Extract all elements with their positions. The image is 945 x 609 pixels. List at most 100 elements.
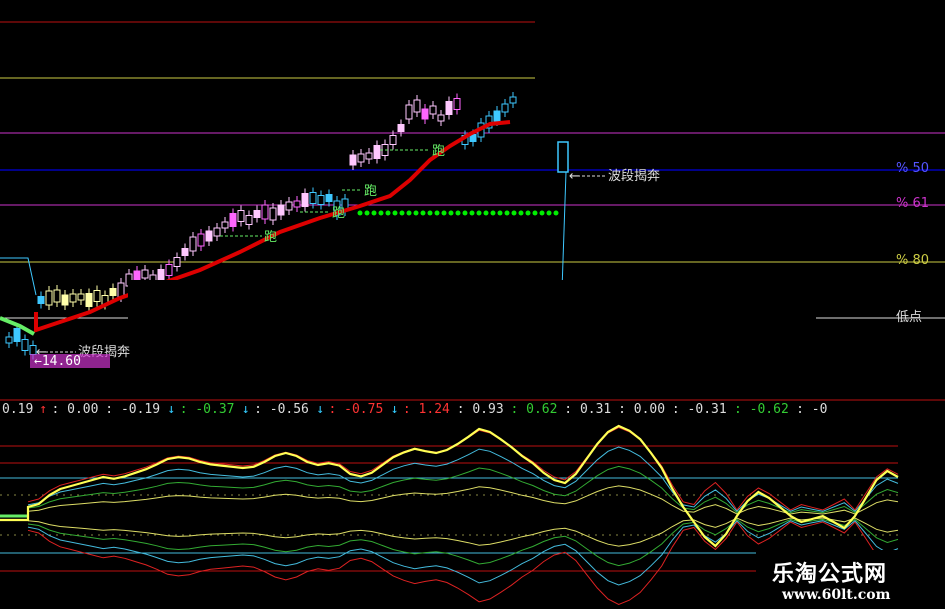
support-dot: [427, 210, 433, 216]
level-label-2: % 80: [896, 253, 929, 268]
candle-body: [37, 296, 45, 304]
scale-label: : -0.19: [105, 402, 160, 417]
support-dot: [532, 210, 538, 216]
candle-body: [221, 221, 229, 229]
scale-label: : 0.00: [618, 402, 665, 417]
support-dot: [378, 210, 384, 216]
scale-label: : -0.75: [329, 402, 384, 417]
candle-body: [501, 103, 509, 113]
price-panel: % 50% 61% 80低点跑跑跑跑← 波段揭奔← 波段揭奔←14.60: [0, 0, 945, 401]
candle-body: [293, 200, 301, 208]
support-dot: [441, 210, 447, 216]
support-dot: [462, 210, 468, 216]
scale-label: : -0.31: [672, 402, 727, 417]
candle-body: [85, 293, 93, 307]
scale-label: : 0.62: [511, 402, 558, 417]
candle-body: [13, 328, 21, 342]
candle-body: [229, 213, 237, 227]
watermark-title: 乐淘公式网: [772, 562, 888, 587]
scale-label: : 0.93: [457, 402, 504, 417]
level-label-0: % 50: [896, 161, 929, 176]
candle-body: [109, 288, 117, 296]
candle-body: [317, 195, 325, 205]
support-dot: [455, 210, 461, 216]
run-mark: 跑: [264, 230, 277, 245]
support-dot: [434, 210, 440, 216]
support-dot: [364, 210, 370, 216]
scale-label: : -0.56: [254, 402, 309, 417]
candle-body: [325, 194, 333, 202]
scale-label: : 1.24: [403, 402, 450, 417]
candle-body: [445, 101, 453, 115]
candle-body: [349, 154, 357, 166]
candle-body: [429, 105, 437, 115]
run-mark: 跑: [332, 206, 345, 221]
rise-line: [561, 171, 567, 291]
support-dot: [469, 210, 475, 216]
support-dot: [371, 210, 377, 216]
candle-body: [133, 270, 141, 282]
scale-label: : -0.37: [180, 402, 235, 417]
mask-box: [128, 280, 816, 328]
candle-body: [365, 152, 373, 160]
candle-body: [357, 153, 365, 163]
candle-body: [261, 204, 269, 220]
scale-label: : 0.31: [564, 402, 611, 417]
scale-label: ↓: [316, 402, 324, 417]
scale-label: ↓: [391, 402, 399, 417]
candle-body: [77, 293, 85, 301]
candle-body: [181, 248, 189, 256]
arrow-icon: ←: [569, 169, 580, 184]
candle-body: [421, 108, 429, 120]
candle-body: [373, 145, 381, 159]
prior-line: [0, 257, 37, 296]
candle-body: [301, 193, 309, 207]
candle-body: [397, 124, 405, 132]
run-mark: 跑: [432, 144, 445, 159]
support-dot: [448, 210, 454, 216]
support-dot: [553, 210, 559, 216]
envelope-upper: [27, 485, 899, 515]
scale-label: : 0.00: [52, 402, 99, 417]
scale-label: ↓: [242, 402, 250, 417]
watermark-url: www.60lt.com: [782, 587, 891, 603]
support-dot: [490, 210, 496, 216]
candle-body: [165, 264, 173, 276]
support-dot: [504, 210, 510, 216]
candle-body: [45, 290, 53, 306]
stock-chart: % 50% 61% 80低点跑跑跑跑← 波段揭奔← 波段揭奔←14.60 0.19 ↑…: [0, 0, 945, 606]
candle-body: [453, 98, 461, 110]
support-dot: [539, 210, 545, 216]
candle-body: [53, 289, 61, 303]
candle-body: [269, 207, 277, 221]
candle-body: [61, 294, 69, 306]
support-dot: [420, 210, 426, 216]
support-dot: [525, 210, 531, 216]
support-dot: [546, 210, 552, 216]
wave-label-high: 波段揭奔: [608, 169, 660, 184]
envelope-lower: [27, 517, 899, 547]
scale-label: ↓: [167, 402, 175, 417]
candle-body: [173, 257, 181, 267]
candle-body: [509, 96, 517, 104]
support-dot: [406, 210, 412, 216]
candle-body: [93, 290, 101, 302]
candle-body: [213, 227, 221, 237]
low-price-label: ←14.60: [34, 354, 81, 369]
candle-body: [69, 293, 77, 303]
level-label-3: 低点: [896, 310, 922, 325]
envelope-upper: [27, 446, 899, 513]
support-dot: [476, 210, 482, 216]
mask-top-right: [535, 0, 945, 132]
support-dot: [511, 210, 517, 216]
run-mark: 跑: [364, 184, 377, 199]
support-dot: [399, 210, 405, 216]
scale-label: 0.19: [2, 402, 33, 417]
candle-body: [21, 339, 29, 351]
candle-body: [557, 141, 569, 173]
scale-label: ↑: [39, 402, 47, 417]
scale-label: : -0: [796, 402, 827, 417]
candle-body: [245, 215, 253, 225]
candle-body: [189, 236, 197, 252]
candle-body: [197, 233, 205, 247]
